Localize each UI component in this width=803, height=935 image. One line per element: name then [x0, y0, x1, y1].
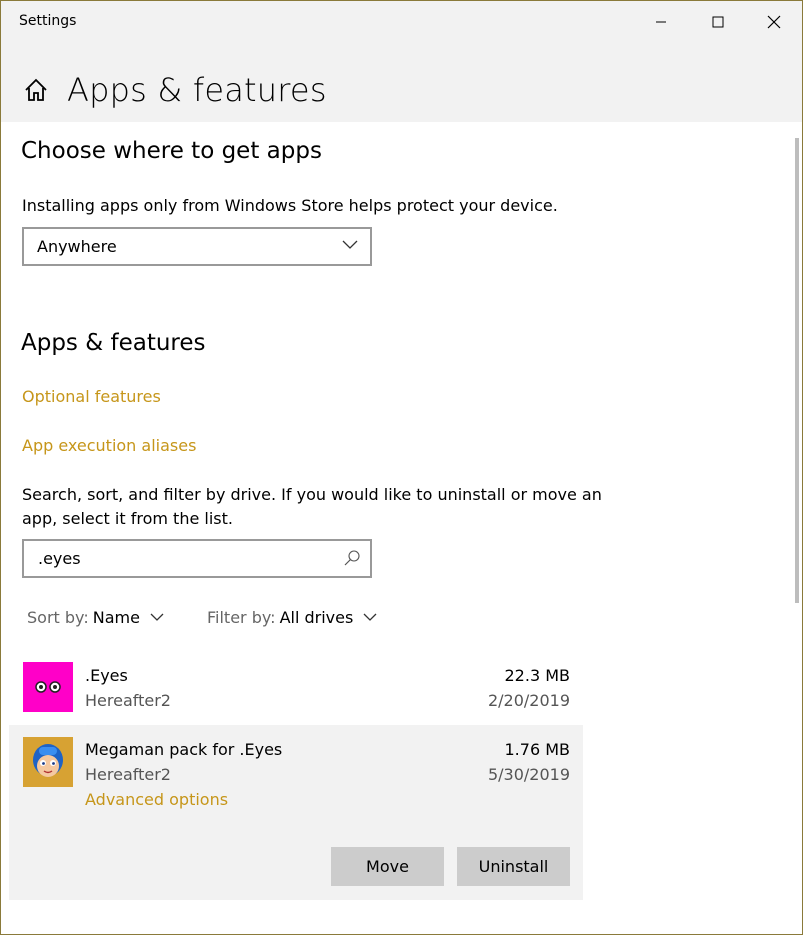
app-name: Megaman pack for .Eyes — [85, 740, 283, 759]
dropdown-selected-value: Anywhere — [37, 237, 117, 256]
search-description-line2: app, select it from the list. — [22, 509, 233, 528]
sort-label: Sort by: — [27, 608, 89, 627]
app-source-dropdown[interactable]: Anywhere — [22, 227, 372, 266]
page-title: Apps & features — [67, 71, 327, 109]
move-button[interactable]: Move — [331, 847, 444, 886]
content-area: Choose where to get apps Installing apps… — [1, 122, 802, 934]
app-date: 2/20/2019 — [487, 691, 570, 710]
app-publisher: Hereafter2 — [85, 765, 171, 784]
window-title: Settings — [19, 13, 77, 29]
choose-apps-heading: Choose where to get apps — [21, 138, 322, 164]
chevron-down-icon — [342, 240, 358, 249]
scrollbar[interactable] — [795, 138, 799, 603]
app-size: 1.76 MB — [504, 740, 571, 759]
app-publisher: Hereafter2 — [85, 691, 171, 710]
optional-features-link[interactable]: Optional features — [22, 387, 161, 406]
settings-window: Settings Apps & features Choose where to… — [0, 0, 803, 935]
filter-value: All drives — [279, 608, 354, 627]
minimize-icon — [655, 21, 666, 23]
sort-dropdown[interactable]: Sort by: Name — [27, 608, 164, 627]
home-icon[interactable] — [23, 77, 49, 103]
close-icon — [767, 15, 780, 29]
chevron-down-icon — [150, 613, 164, 621]
maximize-button[interactable] — [689, 1, 746, 43]
eyes-app-icon — [23, 662, 73, 712]
filter-dropdown[interactable]: Filter by: All drives — [207, 608, 377, 627]
search-input[interactable]: .eyes — [22, 539, 372, 578]
search-value: .eyes — [38, 549, 81, 568]
maximize-icon — [712, 16, 723, 28]
app-name: .Eyes — [85, 666, 128, 685]
search-icon — [344, 550, 360, 566]
apps-features-heading: Apps & features — [21, 330, 206, 356]
minimize-button[interactable] — [632, 1, 689, 43]
sort-value: Name — [92, 608, 140, 627]
app-date: 5/30/2019 — [487, 765, 570, 784]
app-execution-aliases-link[interactable]: App execution aliases — [22, 436, 196, 455]
page-header: Apps & features — [23, 71, 327, 109]
choose-apps-description: Installing apps only from Windows Store … — [22, 196, 558, 215]
app-size: 22.3 MB — [504, 666, 571, 685]
app-list-item-eyes[interactable]: .Eyes Hereafter2 22.3 MB 2/20/2019 — [9, 650, 583, 720]
uninstall-button[interactable]: Uninstall — [457, 847, 570, 886]
close-button[interactable] — [745, 1, 802, 43]
megaman-app-icon — [23, 737, 73, 787]
filter-label: Filter by: — [207, 608, 276, 627]
title-bar: Settings Apps & features — [1, 1, 802, 122]
search-description-line1: Search, sort, and filter by drive. If yo… — [22, 485, 602, 504]
chevron-down-icon — [363, 613, 377, 621]
advanced-options-link[interactable]: Advanced options — [85, 790, 228, 809]
